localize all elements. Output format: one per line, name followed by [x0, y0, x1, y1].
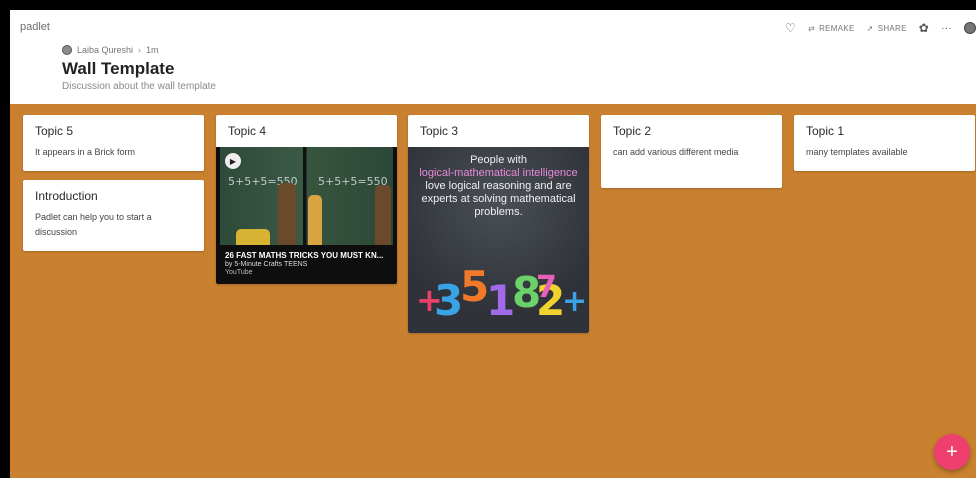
post-body: Padlet can help you to start a discussio… — [35, 212, 152, 237]
image-highlight: logical-mathematical intelligence — [419, 167, 578, 179]
video-source: YouTube — [225, 269, 253, 276]
padlet-window: padlet Laiba Qureshi › 1m Wall Template … — [10, 10, 976, 478]
add-post-button[interactable]: + — [934, 434, 970, 470]
post-card[interactable]: Topic 5 It appears in a Brick form — [23, 115, 204, 171]
video-attachment[interactable]: 5+5+5=550 5+5+5=550 ▶ 26 FAST MATHS TRIC… — [216, 147, 397, 284]
page-title[interactable]: Wall Template — [62, 59, 174, 79]
post-card[interactable]: Topic 2 can add various different media — [601, 115, 782, 188]
post-time: 1m — [146, 45, 159, 55]
author-row: Laiba Qureshi › 1m — [62, 45, 159, 55]
column-1: Topic 5 It appears in a Brick form Intro… — [23, 115, 204, 260]
column-3: Topic 3 People with logical-mathematical… — [408, 115, 589, 342]
video-meta: 26 FAST MATHS TRICKS YOU MUST KN... by 5… — [216, 245, 397, 284]
post-title: Topic 3 — [420, 124, 459, 138]
person-figure — [308, 195, 322, 245]
share-label: SHARE — [877, 23, 907, 33]
post-title: Introduction — [35, 189, 98, 203]
header: padlet Laiba Qureshi › 1m Wall Template … — [10, 10, 976, 104]
person-figure — [236, 229, 270, 245]
post-title: Topic 2 — [613, 124, 652, 138]
image-caption: People with logical-mathematical intelli… — [408, 154, 589, 219]
remake-label: REMAKE — [819, 23, 855, 33]
more-icon[interactable]: ··· — [941, 23, 952, 34]
post-body: It appears in a Brick form — [35, 147, 136, 157]
share-button[interactable]: ➚ SHARE — [867, 24, 907, 33]
column-4: Topic 2 can add various different media — [601, 115, 782, 197]
page-subtitle[interactable]: Discussion about the wall template — [62, 81, 216, 92]
author-name[interactable]: Laiba Qureshi — [77, 45, 133, 55]
image-line-1: People with — [470, 154, 527, 166]
post-card[interactable]: Topic 1 many templates available — [794, 115, 975, 171]
heart-icon[interactable]: ♡ — [785, 21, 796, 35]
app-brand[interactable]: padlet — [20, 21, 50, 33]
add-icon: + — [946, 440, 958, 463]
post-card[interactable]: Topic 3 People with logical-mathematical… — [408, 115, 589, 333]
post-title: Topic 5 — [35, 124, 74, 138]
image-attachment[interactable]: People with logical-mathematical intelli… — [408, 147, 589, 333]
number-block: + — [562, 284, 588, 319]
share-icon: ➚ — [866, 23, 874, 33]
play-icon[interactable]: ▶ — [225, 153, 241, 169]
post-body: can add various different media — [613, 147, 739, 157]
number-block: 5 — [460, 262, 490, 311]
avatar[interactable] — [964, 22, 976, 34]
post-title: Topic 4 — [228, 124, 267, 138]
number-block: 1 — [486, 276, 516, 325]
column-5: Topic 1 many templates available — [794, 115, 975, 180]
number-block: 7 — [536, 270, 557, 305]
post-body: many templates available — [806, 147, 908, 157]
post-card[interactable]: Introduction Padlet can help you to star… — [23, 180, 204, 251]
column-2: Topic 4 5+5+5=550 5+5+5=550 ▶ 26 FAST MA… — [216, 115, 397, 293]
remake-icon: ⇄ — [808, 23, 816, 33]
person-figure — [375, 185, 391, 245]
remake-button[interactable]: ⇄ REMAKE — [808, 24, 855, 33]
video-thumbnail[interactable]: 5+5+5=550 5+5+5=550 ▶ — [220, 147, 393, 245]
post-title: Topic 1 — [806, 124, 845, 138]
post-card[interactable]: Topic 4 5+5+5=550 5+5+5=550 ▶ 26 FAST MA… — [216, 115, 397, 284]
number-block: 3 — [434, 276, 464, 325]
video-title[interactable]: 26 FAST MATHS TRICKS YOU MUST KN... — [225, 251, 388, 260]
author-avatar[interactable] — [62, 45, 72, 55]
video-channel: by 5-Minute Crafts TEENS — [225, 261, 308, 268]
number-blocks: + 3 5 1 8 2 7 + — [416, 259, 587, 325]
header-actions: ♡ ⇄ REMAKE ➚ SHARE ✿ ··· — [785, 21, 976, 35]
person-figure — [278, 183, 296, 245]
separator-icon: › — [138, 45, 142, 55]
image-line-2: love logical reasoning and are experts a… — [421, 180, 576, 218]
gear-icon[interactable]: ✿ — [919, 21, 929, 35]
